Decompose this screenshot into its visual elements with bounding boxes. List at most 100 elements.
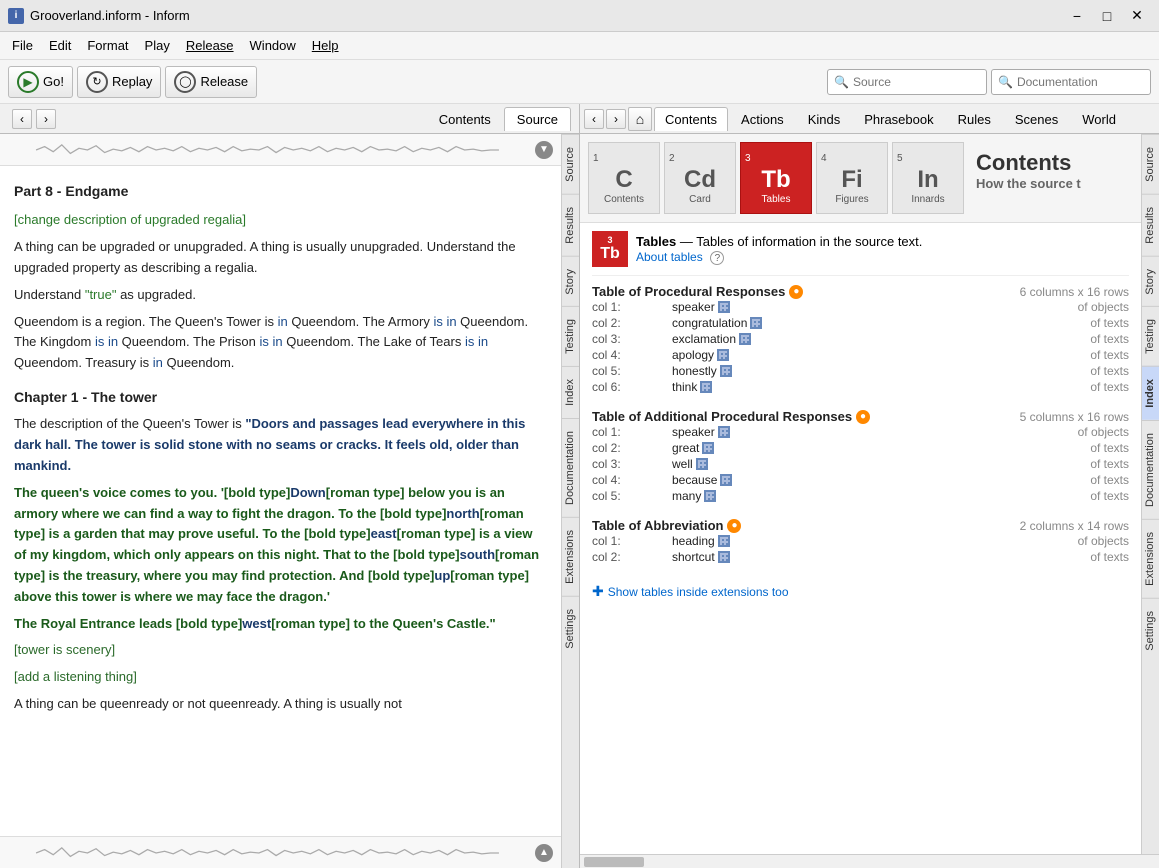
documentation-search[interactable]: 🔍 (991, 69, 1151, 95)
grid-icon-t2-5 (704, 490, 716, 502)
tab-world[interactable]: World (1071, 107, 1127, 131)
table1-col6: col 6: think of texts (592, 379, 1129, 395)
contents-title-block: Contents How the source t (968, 142, 1133, 200)
grid-icon-6 (700, 381, 712, 393)
card-card[interactable]: 2 Cd Card (664, 142, 736, 214)
scroll-down-btn[interactable]: ▼ (535, 141, 553, 159)
card-figures[interactable]: 4 Fi Figures (816, 142, 888, 214)
left-content-wrapper: ▼ Part 8 - Endgame [change description o… (0, 134, 579, 868)
left-side-tab-index[interactable]: Index (562, 366, 579, 418)
contents-subtitle-text: How the source t (976, 176, 1125, 192)
right-side-tab-source[interactable]: Source (1142, 134, 1159, 194)
label2: [add a listening thing] (14, 669, 137, 684)
right-side-tab-index[interactable]: Index (1142, 366, 1159, 420)
card-innards[interactable]: 5 In Innards (892, 142, 964, 214)
tab-phrasebook[interactable]: Phrasebook (853, 107, 944, 131)
close-button[interactable]: ✕ (1123, 5, 1151, 27)
left-side-tab-settings[interactable]: Settings (562, 596, 579, 661)
right-forward-arrow[interactable]: › (606, 109, 626, 129)
tab-source[interactable]: Source (504, 107, 571, 131)
right-side-tab-story[interactable]: Story (1142, 256, 1159, 307)
tab-rules[interactable]: Rules (947, 107, 1002, 131)
tab-actions[interactable]: Actions (730, 107, 795, 131)
tab-scenes[interactable]: Scenes (1004, 107, 1069, 131)
grid-icon-3 (739, 333, 751, 345)
table3-orange-icon: ● (727, 519, 741, 533)
about-tables-link[interactable]: About tables (636, 250, 703, 264)
left-side-tab-source[interactable]: Source (562, 134, 579, 194)
table1-col2: col 2: congratulation of texts (592, 315, 1129, 331)
grid-icon-t2-2 (702, 442, 714, 454)
waveform-bottom-svg (4, 841, 531, 865)
right-back-arrow[interactable]: ‹ (584, 109, 604, 129)
window-controls: − □ ✕ (1063, 5, 1151, 27)
minimize-button[interactable]: − (1063, 5, 1091, 27)
main-layout: ‹ › Contents Source ▼ Part 8 - Endgame [… (0, 104, 1159, 868)
scroll-up-btn[interactable]: ▲ (535, 844, 553, 862)
right-side-tab-settings[interactable]: Settings (1142, 598, 1159, 663)
left-side-tab-testing[interactable]: Testing (562, 306, 579, 366)
grid-icon-1 (718, 301, 730, 313)
menu-release[interactable]: Release (178, 34, 242, 57)
section-title-line: Tables — Tables of information in the so… (636, 234, 922, 249)
left-side-tab-results[interactable]: Results (562, 194, 579, 256)
right-side-tab-extensions[interactable]: Extensions (1142, 519, 1159, 598)
left-side-tab-extensions[interactable]: Extensions (562, 517, 579, 596)
right-top-tabs: ‹ › ⌂ Contents Actions Kinds Phrasebook … (580, 104, 1159, 134)
go-button[interactable]: ▶ Go! (8, 66, 73, 98)
right-side-tab-testing[interactable]: Testing (1142, 306, 1159, 366)
window-title: Grooverland.inform - Inform (30, 8, 1063, 23)
table2-col2: col 2: great of texts (592, 440, 1129, 456)
table2-col1: col 1: speaker of objects (592, 424, 1129, 440)
help-icon: ? (710, 251, 724, 265)
left-content: Part 8 - Endgame [change description of … (0, 166, 561, 836)
table-abbreviation: Table of Abbreviation ● 2 columns x 14 r… (592, 518, 1129, 565)
label1: [tower is scenery] (14, 642, 115, 657)
card-contents[interactable]: 1 C Contents (588, 142, 660, 214)
table3-meta: 2 columns x 14 rows (1020, 519, 1129, 533)
table3-col1: col 1: heading of objects (592, 533, 1129, 549)
grid-icon-2 (750, 317, 762, 329)
left-back-arrow[interactable]: ‹ (12, 109, 32, 129)
para3: Queendom is a region. The Queen's Tower … (14, 312, 547, 374)
left-forward-arrow[interactable]: › (36, 109, 56, 129)
replay-button[interactable]: ↻ Replay (77, 66, 161, 98)
tb-badge: 3 Tb (592, 231, 628, 267)
left-side-tab-documentation[interactable]: Documentation (562, 418, 579, 517)
menu-window[interactable]: Window (242, 34, 304, 57)
menu-format[interactable]: Format (79, 34, 136, 57)
menu-file[interactable]: File (4, 34, 41, 57)
right-bottom-scrollbar[interactable] (580, 854, 1159, 868)
documentation-search-input[interactable] (1017, 75, 1137, 89)
right-side-tab-results[interactable]: Results (1142, 194, 1159, 256)
source-search-input[interactable] (853, 75, 973, 89)
show-extensions-link[interactable]: ✚ Show tables inside extensions too (592, 579, 1129, 604)
replay-icon: ↻ (86, 71, 108, 93)
release-button[interactable]: ◯ Release (165, 66, 257, 98)
left-side-tab-story[interactable]: Story (562, 256, 579, 307)
grid-icon-5 (720, 365, 732, 377)
para7: A thing can be queenready or not queenre… (14, 694, 547, 715)
app-icon: i (8, 8, 24, 24)
menu-play[interactable]: Play (137, 34, 178, 57)
true-link[interactable]: "true" (85, 287, 117, 302)
h-scroll-thumb[interactable] (584, 857, 644, 867)
right-side-tabs: Source Results Story Testing Index Docum… (1141, 134, 1159, 854)
periodic-row: 1 C Contents 2 Cd Card 3 Tb Tables (580, 134, 1141, 223)
right-side-tab-documentation[interactable]: Documentation (1142, 420, 1159, 519)
grid-icon-t2-1 (718, 426, 730, 438)
menu-edit[interactable]: Edit (41, 34, 79, 57)
table1-col1: col 1: speaker of objects (592, 299, 1129, 315)
maximize-button[interactable]: □ (1093, 5, 1121, 27)
tab-contents[interactable]: Contents (654, 107, 728, 131)
menu-help[interactable]: Help (304, 34, 347, 57)
tab-kinds[interactable]: Kinds (797, 107, 852, 131)
card-tables[interactable]: 3 Tb Tables (740, 142, 812, 214)
table2-orange-icon: ● (856, 410, 870, 424)
source-search[interactable]: 🔍 (827, 69, 987, 95)
right-content-wrapper: 1 C Contents 2 Cd Card 3 Tb Tables (580, 134, 1159, 854)
home-button[interactable]: ⌂ (628, 107, 652, 131)
change-link[interactable]: [change description of upgraded regalia] (14, 212, 246, 227)
tab-contents[interactable]: Contents (426, 107, 504, 131)
plus-icon: ✚ (592, 583, 604, 600)
